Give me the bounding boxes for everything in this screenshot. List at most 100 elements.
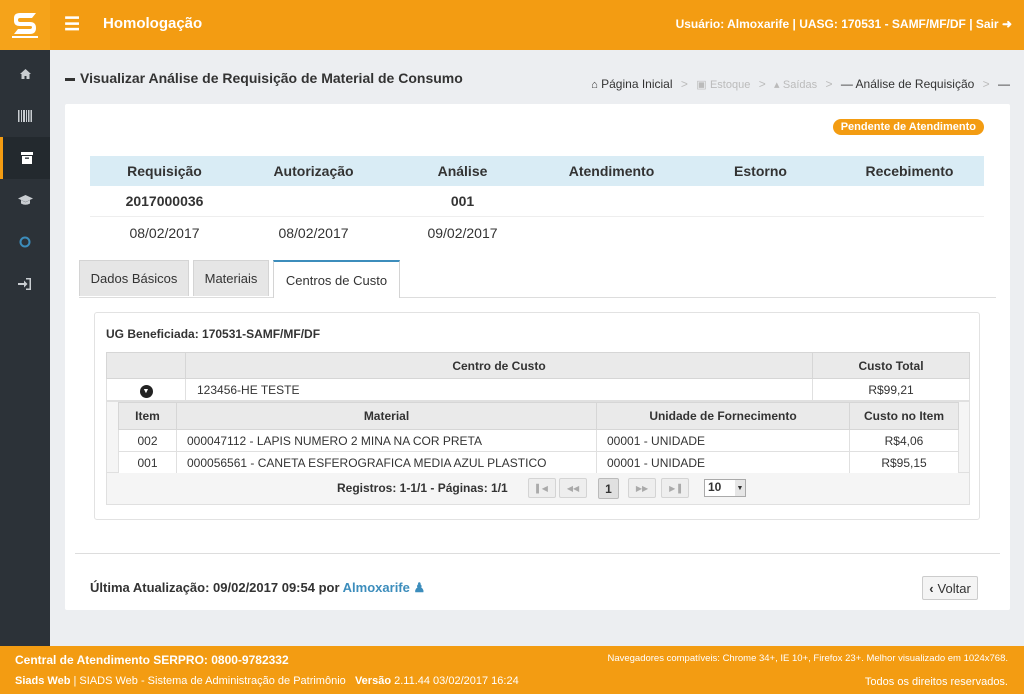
step-date: 08/02/2017 — [129, 224, 200, 241]
app-logo[interactable] — [0, 0, 50, 50]
browser-compat: Navegadores compatíveis: Chrome 34+, IE … — [607, 653, 1008, 664]
expand-toggle[interactable]: ▼ — [106, 378, 186, 401]
last-update-user[interactable]: Almoxarife — [343, 580, 410, 595]
graduation-cap-icon — [17, 194, 33, 205]
next-page-icon: ▶▶ — [635, 483, 649, 493]
first-page-button[interactable]: ▌◀ — [528, 478, 556, 498]
last-page-button[interactable]: ▶▐ — [661, 478, 689, 498]
centros-panel: UG Beneficiada: 170531-SAMF/MF/DF Centro… — [94, 312, 980, 520]
page-size-select[interactable]: 10 ▼ — [704, 479, 746, 497]
system-info: Siads Web | SIADS Web - Sistema de Admin… — [15, 675, 519, 687]
rights: Todos os direitos reservados. — [864, 676, 1008, 688]
material-cell: 000056561 - CANETA ESFEROGRAFICA MEDIA A… — [176, 451, 597, 474]
minus-icon — [65, 77, 75, 81]
column-header-unidade: Unidade de Fornecimento — [596, 402, 850, 430]
page-size-value: 10 — [708, 480, 722, 494]
prev-page-button[interactable]: ◀◀ — [559, 478, 587, 498]
home-icon — [19, 69, 31, 79]
back-button[interactable]: ‹ Voltar — [922, 576, 978, 600]
next-page-button[interactable]: ▶▶ — [628, 478, 656, 498]
logo-icon — [12, 13, 38, 38]
chevron-down-icon: ▼ — [735, 480, 745, 496]
breadcrumb-estoque[interactable]: Estoque — [710, 79, 750, 91]
sidebar-item-estoque[interactable] — [0, 137, 50, 179]
column-header-material: Material — [176, 402, 597, 430]
column-header-custo: Custo no Item — [849, 402, 959, 430]
chevron-left-icon: ‹ — [929, 580, 934, 596]
step-header-atendimento: Atendimento — [568, 163, 655, 179]
last-update-text: Última Atualização: 09/02/2017 09:54 por — [90, 580, 340, 595]
divider — [75, 553, 1000, 554]
pagination: Registros: 1-1/1 - Páginas: 1/1 ▌◀ ◀◀ 1 … — [106, 473, 970, 505]
support-phone: Central de Atendimento SERPRO: 0800-9782… — [15, 653, 289, 667]
user-info[interactable]: Usuário: Almoxarife | UASG: 170531 - SAM… — [676, 17, 1012, 31]
archive-icon — [20, 152, 33, 164]
unidade-cell: 00001 - UNIDADE — [596, 451, 850, 474]
step-date: 09/02/2017 — [427, 224, 498, 241]
tab-dados-basicos[interactable]: Dados Básicos — [79, 260, 189, 296]
sidebar-item-circle[interactable] — [0, 221, 50, 263]
table-row: ▼ 123456-HE TESTE R$99,21 — [106, 378, 970, 401]
page-title-text: Visualizar Análise de Requisição de Mate… — [80, 70, 463, 86]
table-row: 002 000047112 - LAPIS NUMERO 2 MINA NA C… — [118, 429, 959, 452]
steps-header-row: Requisição Autorização Análise Atendimen… — [90, 156, 984, 186]
column-header-centro: Centro de Custo — [185, 352, 813, 379]
minus-icon: — — [840, 77, 853, 91]
tab-bar: Dados Básicos Materiais Centros de Custo — [79, 260, 996, 298]
centro-cell: 123456-HE TESTE — [185, 378, 813, 401]
first-page-icon: ▌◀ — [536, 483, 548, 493]
footer: Central de Atendimento SERPRO: 0800-9782… — [0, 646, 1024, 694]
archive-icon: ▣ — [696, 79, 707, 91]
chevron-down-icon[interactable]: ▼ — [139, 384, 153, 398]
sign-out-icon[interactable]: ➜ — [1002, 17, 1012, 31]
total-cell: R$99,21 — [812, 378, 970, 401]
steps-date-row: 08/02/2017 08/02/2017 09/02/2017 — [90, 217, 984, 248]
breadcrumb-separator: > — [825, 77, 833, 91]
last-page-icon: ▶▐ — [669, 483, 681, 493]
unidade-cell: 00001 - UNIDADE — [596, 429, 850, 452]
status-badge: Pendente de Atendimento — [832, 119, 984, 135]
breadcrumb: ⌂ Página Inicial > ▣ Estoque > ▴ Saídas … — [591, 77, 1010, 91]
page-title: Visualizar Análise de Requisição de Mate… — [65, 70, 463, 86]
environment-title: Homologação — [103, 15, 203, 32]
truck-icon: ▴ — [774, 79, 780, 91]
material-cell: 000047112 - LAPIS NUMERO 2 MINA NA COR P… — [176, 429, 597, 452]
main-card: Pendente de Atendimento Requisição Autor… — [65, 104, 1010, 610]
top-bar: ☰ Homologação Usuário: Almoxarife | UASG… — [0, 0, 1024, 50]
column-header-total: Custo Total — [812, 352, 970, 379]
sidebar-item-login[interactable] — [0, 263, 50, 305]
item-cell: 001 — [118, 451, 177, 474]
breadcrumb-analise: Análise de Requisição — [855, 77, 975, 91]
menu-toggle-button[interactable]: ☰ — [64, 14, 80, 35]
step-header-autorizacao: Autorização — [273, 163, 354, 179]
column-header-item: Item — [118, 402, 177, 430]
sidebar — [0, 50, 50, 646]
back-button-label: Voltar — [937, 580, 971, 596]
step-header-estorno: Estorno — [734, 163, 787, 179]
tab-materiais[interactable]: Materiais — [193, 260, 269, 296]
circle-icon — [19, 236, 31, 248]
breadcrumb-home[interactable]: Página Inicial — [601, 77, 672, 91]
custo-cell: R$95,15 — [849, 451, 959, 474]
sidebar-item-capacitacao[interactable] — [0, 179, 50, 221]
table-header-row: Centro de Custo Custo Total — [106, 352, 970, 379]
step-number: 001 — [450, 193, 475, 209]
current-page-button[interactable]: 1 — [598, 478, 619, 499]
items-table: Item Material Unidade de Fornecimento Cu… — [118, 402, 959, 474]
sidebar-item-home[interactable] — [0, 53, 50, 95]
bars-icon: ☰ — [64, 14, 81, 34]
tab-centros-de-custo[interactable]: Centros de Custo — [273, 260, 400, 298]
item-cell: 002 — [118, 429, 177, 452]
custo-cell: R$4,06 — [849, 429, 959, 452]
breadcrumb-saidas[interactable]: Saídas — [783, 79, 817, 91]
step-header-requisicao: Requisição — [127, 163, 202, 179]
system-desc: | SIADS Web - Sistema de Administração d… — [73, 675, 346, 687]
ug-beneficiada: UG Beneficiada: 170531-SAMF/MF/DF — [106, 327, 321, 341]
sidebar-item-patrimonio[interactable] — [0, 95, 50, 137]
table-row: 001 000056561 - CANETA ESFEROGRAFICA MED… — [118, 451, 959, 474]
detail-panel: Item Material Unidade de Fornecimento Cu… — [106, 401, 970, 474]
steps-number-row: 2017000036 001 — [90, 186, 984, 217]
pager-summary: Registros: 1-1/1 - Páginas: 1/1 — [337, 481, 508, 495]
home-icon: ⌂ — [591, 79, 598, 91]
workflow-steps: Requisição Autorização Análise Atendimen… — [90, 156, 984, 248]
